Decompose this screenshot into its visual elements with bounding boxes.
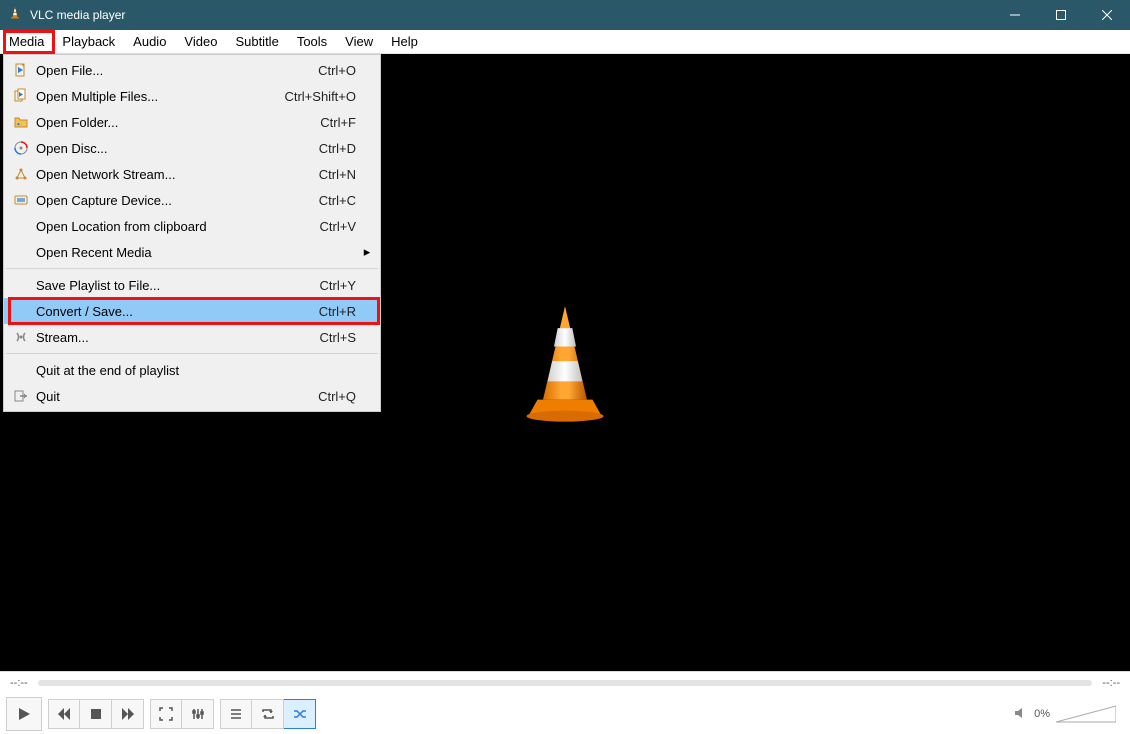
menu-separator [6,353,378,354]
menu-item-shortcut: Ctrl+Q [318,389,362,404]
loop-button[interactable] [252,699,284,729]
menu-item-shortcut: Ctrl+D [319,141,362,156]
capture-icon [10,192,32,208]
menu-item-label: Open Recent Media [32,245,356,260]
media-menu-dropdown: Open File...Ctrl+OOpen Multiple Files...… [3,54,381,412]
folder-icon [10,114,32,130]
menu-item-open-capture-device[interactable]: Open Capture Device...Ctrl+C [4,187,380,213]
menu-item-label: Save Playlist to File... [32,278,320,293]
bottom-controls: --:-- --:-- [0,671,1130,733]
menu-item-label: Open Network Stream... [32,167,319,182]
fullscreen-button[interactable] [150,699,182,729]
menu-item-stream[interactable]: Stream...Ctrl+S [4,324,380,350]
vlc-cone-icon [8,6,22,25]
menu-item-open-network-stream[interactable]: Open Network Stream...Ctrl+N [4,161,380,187]
menubar-item-view[interactable]: View [336,30,382,53]
menu-item-shortcut: Ctrl+R [319,304,362,319]
time-remaining: --:-- [1102,677,1120,689]
extended-settings-button[interactable] [182,699,214,729]
menu-item-shortcut: Ctrl+O [318,63,362,78]
menu-item-label: Stream... [32,330,320,345]
play-button[interactable] [6,697,42,731]
menubar: MediaPlaybackAudioVideoSubtitleToolsView… [0,30,1130,54]
menubar-item-help[interactable]: Help [382,30,427,53]
menu-item-shortcut: Ctrl+Y [320,278,362,293]
menu-item-label: Open Location from clipboard [32,219,320,234]
menu-item-save-playlist-to-file[interactable]: Save Playlist to File...Ctrl+Y [4,272,380,298]
menu-item-open-location-from-clipboard[interactable]: Open Location from clipboardCtrl+V [4,213,380,239]
menu-item-quit[interactable]: QuitCtrl+Q [4,383,380,409]
menu-item-label: Open Disc... [32,141,319,156]
titlebar: VLC media player [0,0,1130,30]
volume-slider[interactable] [1056,704,1116,724]
stop-button[interactable] [80,699,112,729]
menu-item-quit-at-the-end-of-playlist[interactable]: Quit at the end of playlist [4,357,380,383]
disc-icon [10,140,32,156]
menu-item-label: Quit [32,389,318,404]
close-button[interactable] [1084,0,1130,30]
menu-item-shortcut: Ctrl+Shift+O [284,89,362,104]
next-button[interactable] [112,699,144,729]
menu-item-shortcut: Ctrl+V [320,219,362,234]
minimize-button[interactable] [992,0,1038,30]
menubar-item-subtitle[interactable]: Subtitle [226,30,287,53]
menu-item-label: Open Capture Device... [32,193,319,208]
file-icon [10,62,32,78]
quit-icon [10,388,32,404]
menu-item-shortcut: Ctrl+S [320,330,362,345]
shuffle-button[interactable] [284,699,316,729]
playlist-button[interactable] [220,699,252,729]
menu-item-open-recent-media[interactable]: Open Recent Media ▸ [4,239,380,265]
menu-item-open-file[interactable]: Open File...Ctrl+O [4,57,380,83]
menu-item-shortcut: Ctrl+F [320,115,362,130]
menu-item-label: Open Folder... [32,115,320,130]
menu-item-label: Open File... [32,63,318,78]
menu-item-label: Convert / Save... [32,304,319,319]
vlc-cone-logo [510,298,620,428]
menu-item-open-folder[interactable]: Open Folder...Ctrl+F [4,109,380,135]
menu-item-convert-save[interactable]: Convert / Save...Ctrl+R [4,298,380,324]
menubar-item-video[interactable]: Video [175,30,226,53]
window-title: VLC media player [30,8,125,22]
menu-separator [6,268,378,269]
stream-icon [10,329,32,345]
menu-item-open-disc[interactable]: Open Disc...Ctrl+D [4,135,380,161]
time-elapsed: --:-- [10,677,28,689]
submenu-arrow-icon: ▸ [362,244,372,260]
menu-item-label: Quit at the end of playlist [32,363,356,378]
menu-item-open-multiple-files[interactable]: Open Multiple Files...Ctrl+Shift+O [4,83,380,109]
menu-item-label: Open Multiple Files... [32,89,284,104]
menubar-item-media[interactable]: Media [0,30,53,53]
seek-slider[interactable] [38,680,1093,686]
maximize-button[interactable] [1038,0,1084,30]
menubar-item-audio[interactable]: Audio [124,30,175,53]
files-icon [10,88,32,104]
mute-icon[interactable] [1014,706,1028,723]
volume-percent: 0% [1034,708,1050,720]
menubar-item-playback[interactable]: Playback [53,30,124,53]
previous-button[interactable] [48,699,80,729]
menubar-item-tools[interactable]: Tools [288,30,336,53]
menu-item-shortcut: Ctrl+C [319,193,362,208]
network-icon [10,166,32,182]
menu-item-shortcut: Ctrl+N [319,167,362,182]
